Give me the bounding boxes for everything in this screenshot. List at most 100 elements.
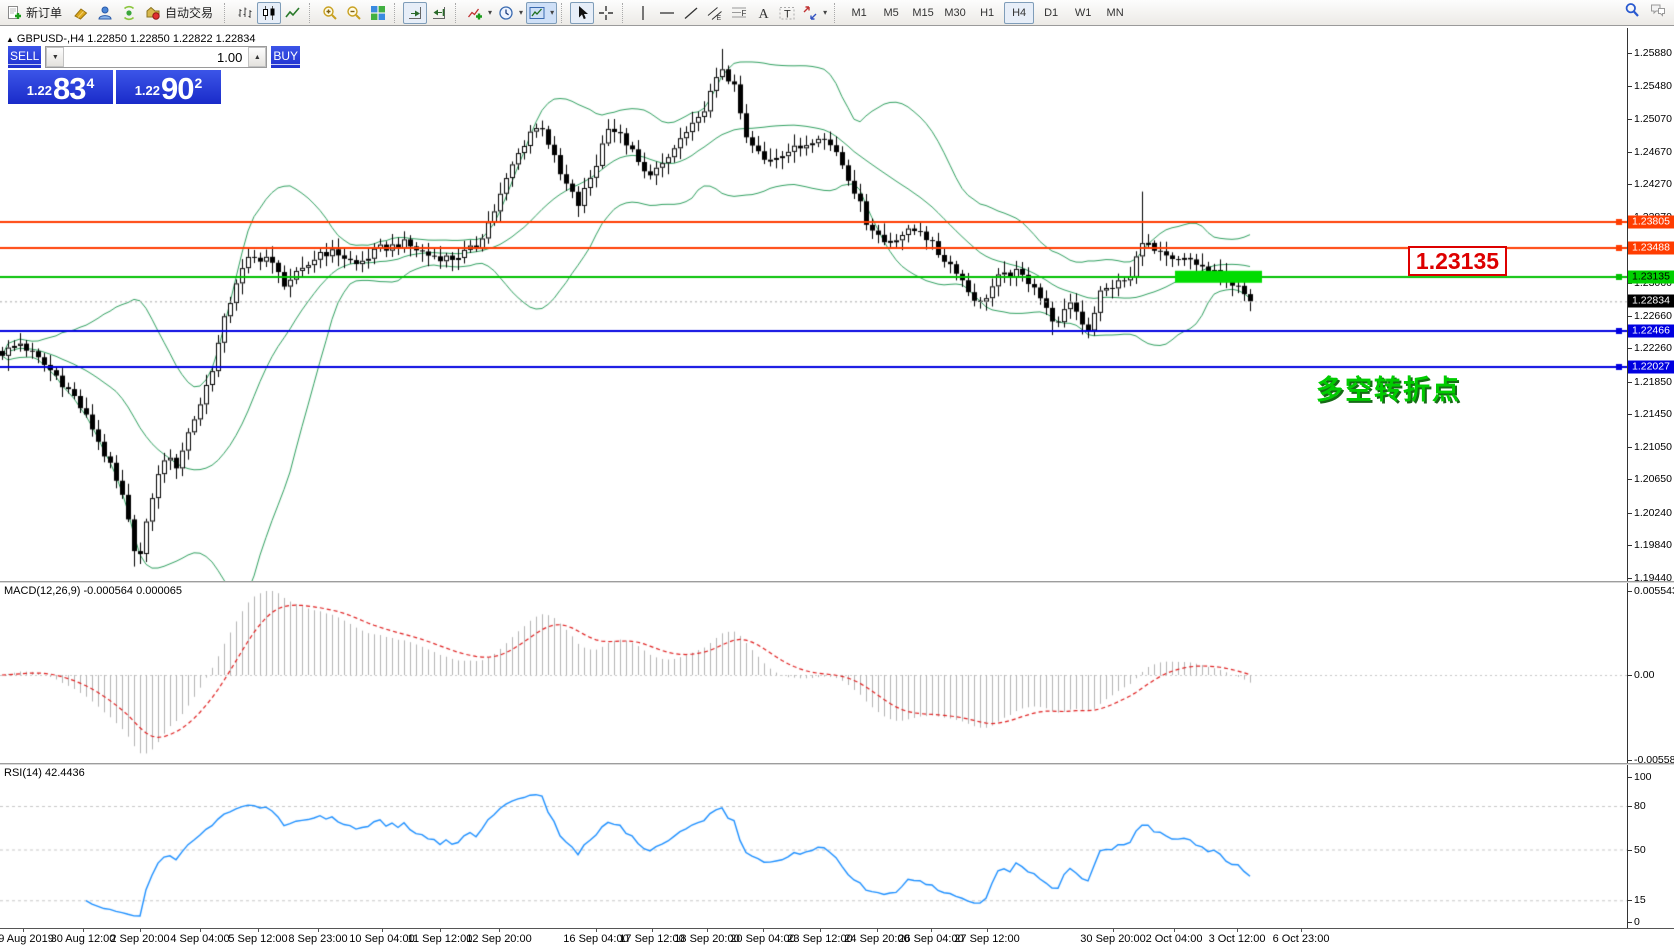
- timeframe-m30-button[interactable]: M30: [940, 2, 970, 24]
- volume-increase-button[interactable]: ▲: [248, 47, 267, 67]
- price-tick-label: 1.25480: [1634, 79, 1672, 92]
- text-label-button[interactable]: T: [775, 2, 799, 24]
- collapse-arrow-icon[interactable]: ▲: [6, 35, 14, 44]
- time-tick-mark: [382, 929, 383, 932]
- autoscroll-icon: [407, 5, 423, 21]
- sell-price[interactable]: 1.22 83 4: [8, 70, 113, 104]
- timeframe-m5-button[interactable]: M5: [876, 2, 906, 24]
- price-tick-mark: [1628, 414, 1632, 415]
- rsi-axis-label: 50: [1634, 843, 1646, 856]
- bars-icon: [237, 5, 253, 21]
- time-tick-mark: [23, 929, 24, 932]
- chevron-down-icon[interactable]: ▾: [488, 8, 492, 17]
- vline-icon: [635, 5, 651, 21]
- price-tick-mark: [1628, 184, 1632, 185]
- rsi-canvas[interactable]: [0, 765, 1628, 928]
- vertical-line-button[interactable]: [631, 2, 655, 24]
- auto-trading-button[interactable]: 自动交易: [141, 2, 220, 24]
- cursor-button[interactable]: [570, 1, 595, 24]
- chart-title: ▲ GBPUSD-,H4 1.22850 1.22850 1.22822 1.22…: [6, 33, 255, 45]
- macd-canvas[interactable]: [0, 583, 1628, 763]
- auto-scroll-button[interactable]: [403, 1, 428, 24]
- volume-input[interactable]: [64, 47, 249, 67]
- buy-price[interactable]: 1.22 90 2: [116, 70, 221, 104]
- price-tick-label: 1.24670: [1634, 145, 1672, 158]
- price-chart-canvas[interactable]: [0, 28, 1628, 581]
- candlestick-chart-button[interactable]: [257, 1, 282, 24]
- shift-icon: [431, 5, 447, 21]
- community-button[interactable]: [1650, 2, 1666, 18]
- news-button[interactable]: [117, 2, 141, 24]
- chevron-down-icon[interactable]: ▾: [823, 8, 827, 17]
- new-order-button[interactable]: 新订单: [2, 2, 69, 24]
- chevron-down-icon[interactable]: ▾: [519, 8, 523, 17]
- chevron-down-icon[interactable]: ▾: [550, 8, 554, 17]
- timeframe-w1-button[interactable]: W1: [1068, 2, 1098, 24]
- mt4-application: 新订单 自动交易 ▾ ▾ ▾ E F A T ▾ M1 M5 M15 M30 H1 H4 D1 W1 MN 1.25…: [0, 0, 1674, 950]
- rsi-tick-mark: [1628, 849, 1632, 851]
- time-axis-label: 12 Sep 20:00: [466, 933, 532, 945]
- time-axis-label: 10 Sep 04:00: [349, 933, 415, 945]
- text-button[interactable]: A: [751, 2, 775, 24]
- crosshair-button[interactable]: [594, 2, 618, 24]
- channel-icon: E: [707, 5, 723, 21]
- templates-button[interactable]: ▾: [526, 1, 558, 24]
- time-tick-mark: [987, 929, 988, 932]
- chart-shift-button[interactable]: [427, 2, 451, 24]
- profile-icon: [97, 5, 113, 21]
- timeframe-d1-button[interactable]: D1: [1036, 2, 1066, 24]
- zoom-out-icon: [346, 5, 362, 21]
- volume-decrease-button[interactable]: ▼: [46, 47, 65, 67]
- crosshair-icon: [598, 5, 614, 21]
- toolbar-separator: [622, 2, 629, 23]
- time-tick-mark: [1301, 929, 1302, 932]
- price-callout-box: 1.23135: [1408, 246, 1507, 276]
- zoom-in-button[interactable]: [318, 2, 342, 24]
- toolbar-right-icons: [1624, 2, 1666, 18]
- tile-windows-button[interactable]: [366, 2, 390, 24]
- horizontal-line-button[interactable]: [655, 2, 679, 24]
- line-chart-button[interactable]: [281, 2, 305, 24]
- price-tick-label: 1.21450: [1634, 408, 1672, 421]
- macd-tick-mark: [1628, 675, 1632, 676]
- price-tick-label: 1.22260: [1634, 342, 1672, 355]
- arrows-button[interactable]: ▾: [799, 2, 830, 24]
- trend-icon: [683, 5, 699, 21]
- price-tick-mark: [1628, 578, 1632, 579]
- time-tick-mark: [820, 929, 821, 932]
- search-button[interactable]: [1624, 2, 1640, 18]
- toolbar-separator: [455, 2, 462, 23]
- time-tick-mark: [707, 929, 708, 932]
- textA-icon: A: [755, 5, 771, 21]
- price-tick-label: 1.21850: [1634, 375, 1672, 388]
- buy-button[interactable]: BUY: [271, 46, 301, 68]
- zoom-out-button[interactable]: [342, 2, 366, 24]
- profile-button[interactable]: [93, 2, 117, 24]
- timeframe-mn-button[interactable]: MN: [1100, 2, 1130, 24]
- indicators-icon: [467, 5, 483, 21]
- channel-button[interactable]: E: [703, 2, 727, 24]
- bar-chart-button[interactable]: [233, 2, 257, 24]
- trendline-button[interactable]: [679, 2, 703, 24]
- indicators-button[interactable]: ▾: [464, 2, 495, 24]
- sell-button[interactable]: SELL: [8, 46, 42, 68]
- rsi-axis-label: 15: [1634, 894, 1646, 907]
- timeframe-h1-button[interactable]: H1: [972, 2, 1002, 24]
- time-tick-mark: [83, 929, 84, 932]
- styler-button[interactable]: [69, 2, 93, 24]
- time-axis-label: 30 Aug 12:00: [50, 933, 116, 945]
- timeframe-m15-button[interactable]: M15: [908, 2, 938, 24]
- periods-button[interactable]: ▾: [495, 2, 526, 24]
- rsi-label: RSI(14) 42.4436: [4, 767, 85, 779]
- time-tick-mark: [1174, 929, 1175, 932]
- timeframe-h4-button[interactable]: H4: [1004, 1, 1035, 24]
- time-axis[interactable]: 29 Aug 201930 Aug 12:002 Sep 20:004 Sep …: [0, 928, 1674, 950]
- time-axis-label: 23 Sep 12:00: [787, 933, 853, 945]
- fibonacci-button[interactable]: F: [727, 2, 751, 24]
- time-tick-mark: [499, 929, 500, 932]
- timeframe-m1-button[interactable]: M1: [844, 2, 874, 24]
- time-tick-mark: [652, 929, 653, 932]
- price-tag: 1.22027: [1628, 360, 1674, 374]
- time-axis-label: 2 Sep 20:00: [110, 933, 170, 945]
- time-tick-mark: [200, 929, 201, 932]
